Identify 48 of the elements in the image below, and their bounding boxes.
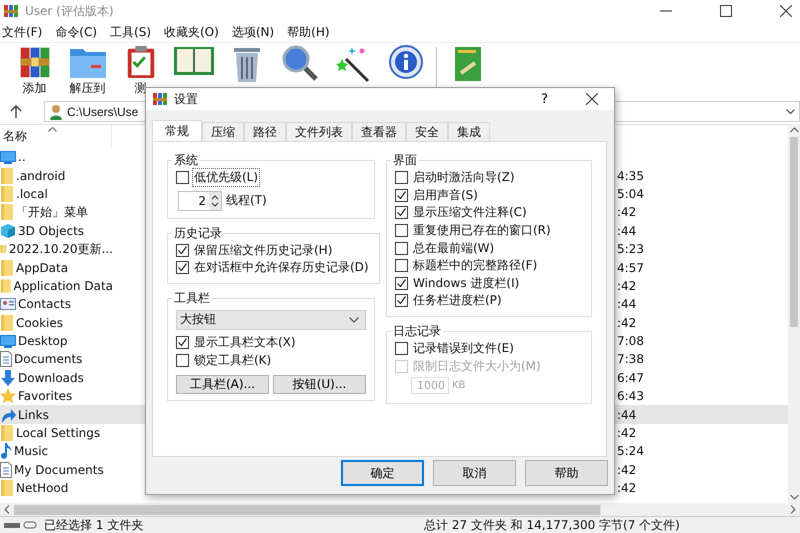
file-name: Contacts xyxy=(18,297,71,312)
modified-time: :44 xyxy=(617,224,636,238)
modified-time: 7:38 xyxy=(617,352,644,366)
modified-time: :42 xyxy=(617,205,636,220)
file-name: Desktop xyxy=(18,334,68,348)
window-title: User (评估版本) xyxy=(25,2,114,20)
file-name: Cookies xyxy=(16,316,63,330)
modified-time: 6:47 xyxy=(617,370,644,385)
group-title: 界面 xyxy=(392,152,418,169)
group-title: 历史记录 xyxy=(173,224,223,242)
modified-time: 5:24 xyxy=(617,444,644,458)
group-title: 工具栏 xyxy=(173,290,211,307)
file-name: NetHood xyxy=(16,481,68,496)
file-name: 「开始」菜单 xyxy=(16,204,88,221)
file-name: Music xyxy=(14,444,48,458)
file-name: Downloads xyxy=(18,370,84,385)
modified-time: :42 xyxy=(617,462,636,477)
group-title: 系统 xyxy=(173,152,199,169)
file-name: AppData xyxy=(16,260,68,275)
file-name: .. xyxy=(18,150,26,164)
modified-time: 6:43 xyxy=(617,389,644,404)
file-name: 2022.10.20更新... xyxy=(8,240,113,258)
file-name: Application Data xyxy=(13,278,113,293)
modified-time: 5:04 xyxy=(617,186,644,201)
file-name: 3D Objects xyxy=(18,224,84,238)
modified-time: 5:23 xyxy=(617,242,644,256)
status-text: 已经选择 1 文件夹 xyxy=(44,516,144,533)
unit-label: KB xyxy=(452,380,466,392)
group-title: 日志记录 xyxy=(392,322,442,340)
modified-time: :42 xyxy=(617,316,636,330)
spinner-label: 线程(T) xyxy=(226,192,267,210)
modified-time: 4:57 xyxy=(617,260,644,275)
modified-time: :42 xyxy=(617,481,636,496)
file-name: Favorites xyxy=(18,389,72,404)
status-text: 总计 27 文件夹 和 14,177,300 字节(7 个文件) xyxy=(424,516,680,533)
file-name: Local Settings xyxy=(16,426,100,440)
modified-time: :44 xyxy=(617,297,636,312)
file-name: Links xyxy=(18,408,49,422)
modified-time: :42 xyxy=(617,278,636,293)
modified-time: :44 xyxy=(617,408,636,422)
modified-time: 7:08 xyxy=(617,334,644,348)
file-name: .local xyxy=(16,186,48,201)
modified-time: :42 xyxy=(617,426,636,440)
modified-time: 4:35 xyxy=(617,168,644,183)
file-name: My Documents xyxy=(14,462,104,477)
file-name: .android xyxy=(16,168,66,183)
file-name: Documents xyxy=(14,352,82,366)
dialog-title: 设置 xyxy=(174,90,198,108)
